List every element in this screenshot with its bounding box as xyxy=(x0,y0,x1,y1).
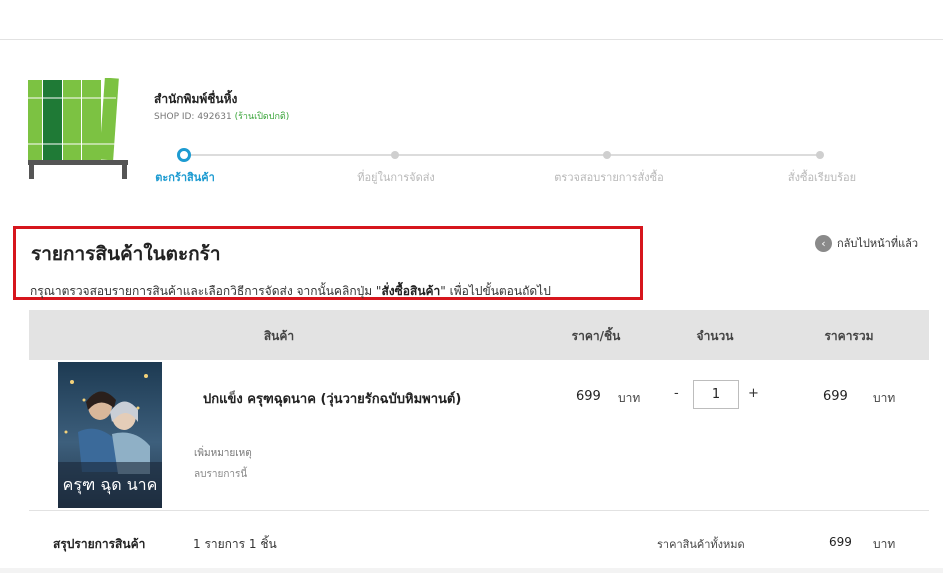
header-product: สินค้า xyxy=(263,329,295,343)
price-unit: บาท xyxy=(618,391,641,405)
shop-id-label: SHOP ID: 492631 xyxy=(154,112,232,122)
row-divider xyxy=(29,510,929,511)
header-total: ราคารวม xyxy=(824,329,874,343)
top-bar xyxy=(0,0,943,40)
product-name[interactable]: ปกแข็ง ครุฑฉุดนาค (วุ่นวายรักฉบับหิมพานต… xyxy=(203,388,461,409)
summary-total: 699 xyxy=(829,535,852,549)
header-quantity: จำนวน xyxy=(696,329,734,343)
line-total-unit: บาท xyxy=(873,391,896,405)
instructions-after: " เพื่อไปขั้นตอนถัดไป xyxy=(440,284,551,298)
step-dot-review xyxy=(603,151,611,159)
header-price-per-unit: ราคา/ชิ้น xyxy=(571,329,621,343)
instructions-before: กรุณาตรวจสอบรายการสินค้าและเลือกวิธีการจ… xyxy=(30,284,382,298)
quantity-increase-button[interactable]: + xyxy=(748,386,759,401)
add-note-link[interactable]: เพิ่มหมายเหตุ xyxy=(194,446,252,461)
summary-all-label: ราคาสินค้าทั้งหมด xyxy=(657,538,745,551)
remove-item-link[interactable]: ลบรายการนี้ xyxy=(194,467,247,482)
step-dot-address xyxy=(391,151,399,159)
step-label-review: ตรวจสอบรายการสั่งซื้อ xyxy=(554,171,664,184)
shop-status: (ร้านเปิดปกติ) xyxy=(234,112,290,122)
step-label-complete: สั่งซื้อเรียบร้อย xyxy=(787,171,857,184)
shop-id: SHOP ID: 492631 (ร้านเปิดปกติ) xyxy=(154,109,289,123)
summary-unit: บาท xyxy=(873,537,896,551)
page-instructions: กรุณาตรวจสอบรายการสินค้าและเลือกวิธีการจ… xyxy=(30,282,551,301)
step-dot-cart xyxy=(177,148,191,162)
chevron-left-icon: ‹ xyxy=(815,234,832,252)
cart-table-header: สินค้า ราคา/ชิ้น จำนวน ราคารวม xyxy=(29,310,929,360)
checkout-steps-line xyxy=(184,154,820,156)
shop-logo xyxy=(28,77,132,180)
step-label-address: ที่อยู่ในการจัดส่ง xyxy=(357,171,435,184)
step-dot-complete xyxy=(816,151,824,159)
cart-title-box: รายการสินค้าในตะกร้า กรุณาตรวจสอบรายการส… xyxy=(13,226,643,300)
shop-name: สำนักพิมพ์ชื่นหิ้ง xyxy=(154,92,238,106)
quantity-input[interactable] xyxy=(693,380,739,409)
instructions-bold: สั่งซื้อสินค้า xyxy=(381,284,441,298)
cover-title: ครุฑ ฉุด นาค xyxy=(63,475,158,495)
quantity-decrease-button[interactable]: - xyxy=(674,386,679,401)
back-link[interactable]: ‹ กลับไปหน้าที่แล้ว xyxy=(815,234,918,252)
summary-count: 1 รายการ 1 ชิ้น xyxy=(193,537,277,551)
step-label-cart: ตะกร้าสินค้า xyxy=(155,171,215,184)
summary-label: สรุปรายการสินค้า xyxy=(53,537,146,551)
bottom-divider xyxy=(0,568,943,573)
price-per-unit: 699 xyxy=(576,389,601,404)
product-cover-image[interactable]: ครุฑ ฉุด นาค xyxy=(58,362,162,508)
line-total: 699 xyxy=(823,389,848,404)
back-link-label: กลับไปหน้าที่แล้ว xyxy=(837,237,919,250)
page-title: รายการสินค้าในตะกร้า xyxy=(31,243,221,265)
